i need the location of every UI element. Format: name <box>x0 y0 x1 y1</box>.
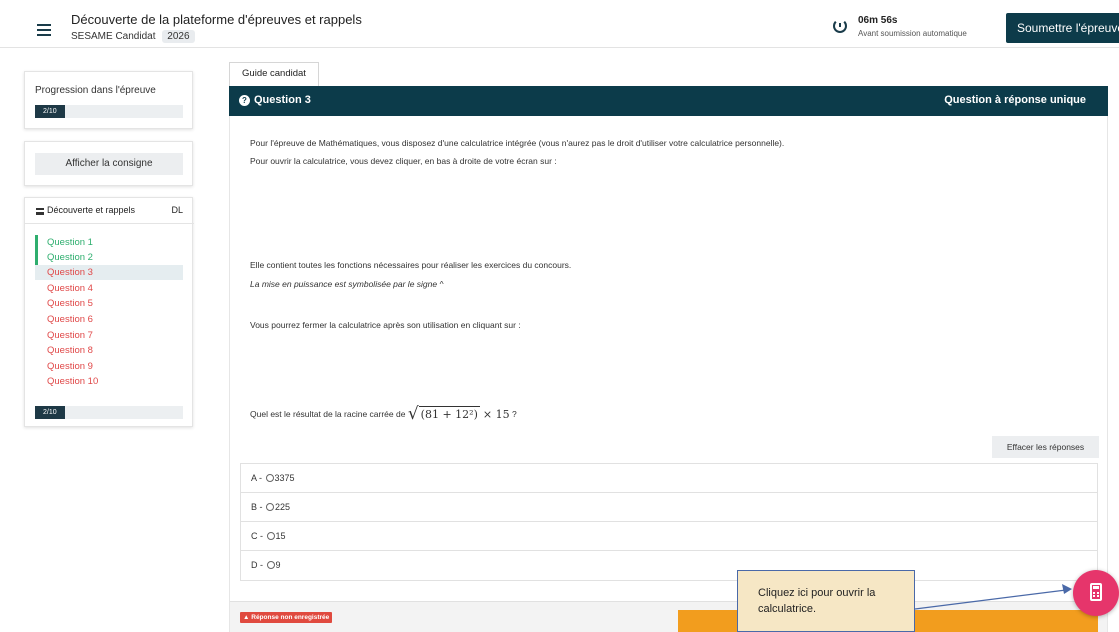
question-item-4[interactable]: Question 4 <box>35 281 183 296</box>
answer-letter: C - <box>251 531 263 541</box>
bottom-progress-bar: 2/10 <box>35 406 183 419</box>
radio-button[interactable] <box>266 503 275 511</box>
answer-list: A - 3375 B - 225 C - 15 D - 9 <box>240 463 1098 581</box>
top-header: Découverte de la plateforme d'épreuves e… <box>0 0 1119 48</box>
question-list-card: Découverte et rappels DL Question 1 Ques… <box>24 197 194 427</box>
status-badge: ▲ Réponse non enregistrée <box>240 612 333 623</box>
question-list-header: Découverte et rappels DL <box>25 198 194 224</box>
answer-value: 225 <box>275 502 291 512</box>
radio-button[interactable] <box>266 532 275 540</box>
consigne-card: Afficher la consigne <box>24 141 193 186</box>
list-icon <box>36 208 44 215</box>
open-calculator-button[interactable] <box>1073 570 1119 616</box>
radio-button[interactable] <box>266 561 275 569</box>
question-list-badge: DL <box>171 205 183 215</box>
calculator-callout: Cliquez ici pour ouvrir la calculatrice. <box>737 570 915 632</box>
paragraph-calculator-intro: Pour l'épreuve de Mathématiques, vous di… <box>250 138 785 148</box>
question-title: Question 3 <box>254 94 311 106</box>
question-type: Question à réponse unique <box>944 94 1086 106</box>
question-item-7[interactable]: Question 7 <box>35 328 183 343</box>
question-item-3[interactable]: Question 3 <box>35 265 183 280</box>
question-item-10[interactable]: Question 10 <box>35 374 183 389</box>
timer-value: 06m 56s <box>858 15 898 26</box>
radio-button[interactable] <box>265 474 274 482</box>
sqrt-radicand: (81 + 12²) <box>418 406 480 421</box>
question-body: Pour l'épreuve de Mathématiques, vous di… <box>229 116 1108 632</box>
timer-icon <box>833 19 847 33</box>
menu-icon[interactable] <box>37 24 51 36</box>
question-item-8[interactable]: Question 8 <box>35 343 183 358</box>
question-prefix: Quel est le résultat de la racine carrée… <box>250 408 406 419</box>
math-tail: × 15 <box>482 408 510 421</box>
status-badge-text: Réponse non enregistrée <box>251 614 330 621</box>
answer-option-c[interactable]: C - 15 <box>241 522 1097 551</box>
answer-value: 9 <box>275 560 281 570</box>
answer-option-a[interactable]: A - 3375 <box>241 464 1097 493</box>
timer-subtitle: Avant soumission automatique <box>858 29 967 38</box>
math-formula: √ (81 + 12²) × 15 <box>408 406 510 423</box>
paragraph-power-symbol: La mise en puissance est symbolisée par … <box>250 279 444 289</box>
answer-option-b[interactable]: B - 225 <box>241 493 1097 522</box>
progress-label: Progression dans l'épreuve <box>35 85 156 96</box>
answer-letter: B - <box>251 502 263 512</box>
question-header: ? Question 3 Question à réponse unique <box>229 86 1108 116</box>
sqrt-sign: √ <box>407 404 419 424</box>
calculator-icon <box>1090 583 1102 601</box>
paragraph-close-calculator: Vous pourrez fermer la calculatrice aprè… <box>250 320 521 330</box>
answer-option-d[interactable]: D - 9 <box>241 551 1097 580</box>
question-item-9[interactable]: Question 9 <box>35 359 183 374</box>
question-footer: ▲ Réponse non enregistrée <box>230 601 1107 632</box>
warning-icon: ▲ <box>243 614 250 621</box>
answer-letter: D - <box>251 560 263 570</box>
question-info-icon: ? <box>239 95 250 106</box>
progress-bar: 2/10 <box>35 105 183 118</box>
submit-exam-button[interactable]: Soumettre l'épreuve <box>1006 13 1119 43</box>
question-statement: Quel est le résultat de la racine carrée… <box>250 406 517 423</box>
answer-value: 15 <box>275 531 286 541</box>
page-title: Découverte de la plateforme d'épreuves e… <box>71 12 362 27</box>
progress-card: Progression dans l'épreuve 2/10 <box>24 71 193 129</box>
bottom-progress-fill: 2/10 <box>35 406 65 419</box>
subtitle-text: SESAME Candidat <box>71 31 156 42</box>
answer-value: 3375 <box>274 473 295 483</box>
year-badge: 2026 <box>162 30 195 43</box>
question-item-2[interactable]: Question 2 <box>35 250 183 265</box>
question-item-1[interactable]: Question 1 <box>35 235 183 250</box>
tab-guide-candidat[interactable]: Guide candidat <box>229 62 319 86</box>
paragraph-open-calculator: Pour ouvrir la calculatrice, vous devez … <box>250 156 557 166</box>
app-root: Découverte de la plateforme d'épreuves e… <box>0 0 1119 632</box>
question-list-title: Découverte et rappels <box>47 205 136 215</box>
answer-letter: A - <box>251 473 263 483</box>
show-instructions-button[interactable]: Afficher la consigne <box>35 153 183 175</box>
paragraph-functions: Elle contient toutes les fonctions néces… <box>250 260 572 270</box>
question-item-5[interactable]: Question 5 <box>35 296 183 311</box>
progress-fill: 2/10 <box>35 105 65 118</box>
question-suffix: ? <box>511 408 517 419</box>
page-subtitle: SESAME Candidat 2026 <box>71 30 195 43</box>
question-item-6[interactable]: Question 6 <box>35 312 183 327</box>
clear-answers-button[interactable]: Effacer les réponses <box>992 436 1099 458</box>
